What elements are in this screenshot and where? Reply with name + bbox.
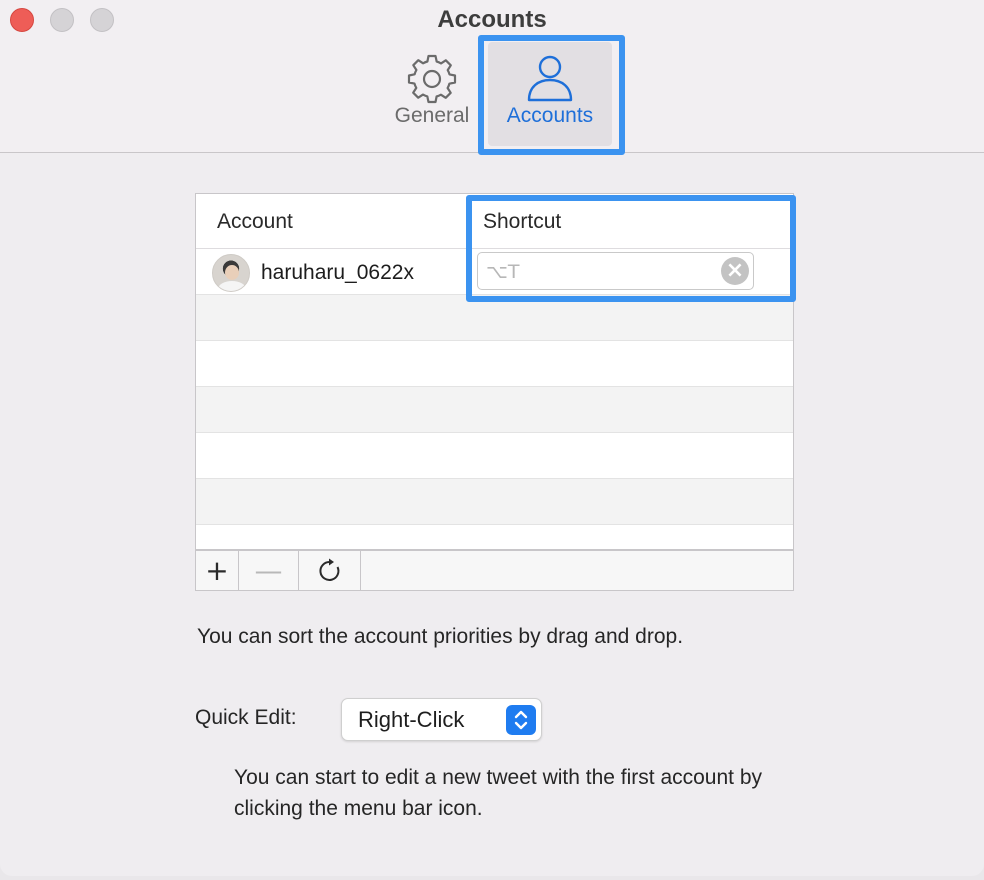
account-name: haruharu_0622x [261, 261, 414, 284]
table-row-empty [196, 479, 793, 525]
toolbar: Accounts General Accounts [0, 0, 984, 153]
refresh-button[interactable] [299, 551, 361, 590]
table-header: Account Shortcut [196, 194, 793, 249]
quick-edit-value: Right-Click [358, 707, 465, 732]
shortcut-recorder-field[interactable]: ⌥T × [477, 252, 754, 290]
table-row-empty [196, 525, 793, 549]
tab-accounts[interactable]: Accounts [488, 42, 612, 146]
avatar [212, 254, 250, 292]
table-row-empty [196, 433, 793, 479]
add-account-button[interactable]: + [196, 551, 239, 590]
quick-edit-description: You can start to edit a new tweet with t… [234, 766, 763, 820]
table-row-empty [196, 295, 793, 341]
quick-edit-popup[interactable]: Right-Click [341, 698, 542, 741]
window-title: Accounts [437, 6, 547, 33]
column-header-account[interactable]: Account [217, 210, 293, 234]
refresh-icon [318, 558, 339, 581]
table-row-empty [196, 341, 793, 387]
sort-hint-text: You can sort the account priorities by d… [197, 625, 684, 648]
clear-shortcut-icon[interactable]: × [721, 257, 749, 285]
table-button-bar: + — [195, 550, 794, 591]
table-row[interactable]: haruharu_0622x ⌥T × [196, 249, 793, 295]
column-divider [468, 204, 469, 240]
preferences-window: Accounts General Accounts Account Shortc… [0, 0, 984, 876]
remove-account-button[interactable]: — [239, 551, 299, 590]
tab-general-label: General [394, 104, 470, 127]
quick-edit-label: Quick Edit: [195, 706, 297, 729]
shortcut-placeholder: ⌥T [486, 261, 520, 283]
tab-general[interactable]: General [386, 42, 478, 146]
chevron-up-down-icon [506, 705, 536, 735]
table-row-empty [196, 387, 793, 433]
gear-icon [407, 54, 457, 104]
person-icon [527, 55, 573, 102]
tab-accounts-label: Accounts [506, 104, 594, 127]
column-header-shortcut[interactable]: Shortcut [483, 210, 561, 234]
accounts-table[interactable]: Account Shortcut haruharu_0622x ⌥T × [195, 193, 794, 550]
